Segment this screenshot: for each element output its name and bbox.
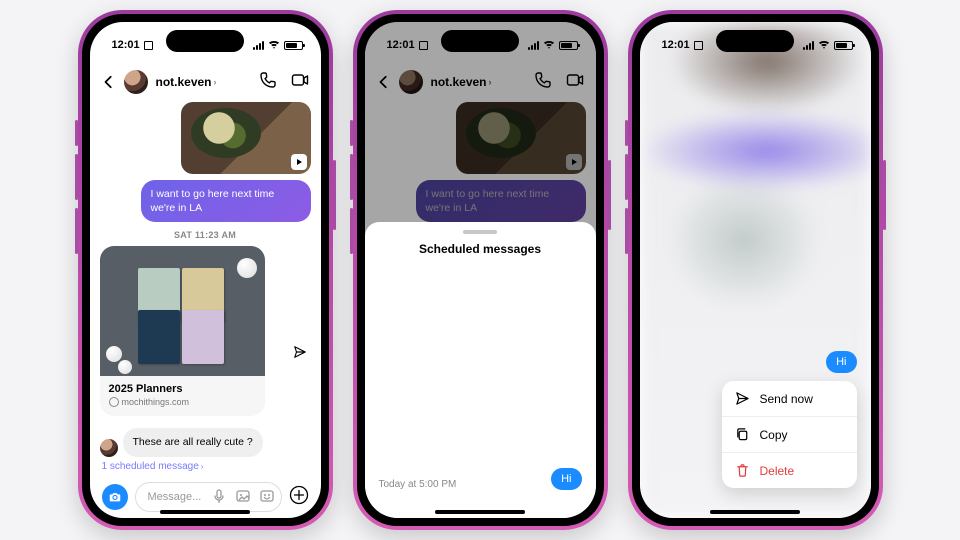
phone-scheduled-sheet: 12:01 not.keven› I want to go here nex bbox=[353, 10, 608, 530]
sent-image-message[interactable] bbox=[181, 102, 311, 174]
avatar[interactable] bbox=[100, 439, 118, 457]
link-card-url: mochithings.com bbox=[109, 397, 256, 407]
menu-copy[interactable]: Copy bbox=[722, 416, 857, 452]
signal-icon bbox=[253, 41, 264, 50]
back-button[interactable] bbox=[102, 75, 116, 89]
sticker-icon[interactable] bbox=[259, 488, 275, 507]
chat-header: not.keven› bbox=[90, 62, 321, 102]
scheduled-messages-link[interactable]: 1 scheduled message› bbox=[100, 457, 311, 478]
chat-body[interactable]: I want to go here next time we're in LA … bbox=[90, 102, 321, 478]
share-icon[interactable] bbox=[289, 341, 311, 363]
link-card-image bbox=[100, 246, 265, 376]
username[interactable]: not.keven› bbox=[156, 75, 251, 89]
chevron-right-icon: › bbox=[214, 77, 217, 87]
sheet-handle[interactable] bbox=[463, 230, 497, 234]
sent-text-bubble[interactable]: I want to go here next time we're in LA bbox=[141, 180, 311, 222]
video-call-button[interactable] bbox=[291, 71, 309, 94]
home-indicator[interactable] bbox=[710, 510, 800, 514]
play-icon bbox=[291, 154, 307, 170]
link-card-title: 2025 Planners bbox=[109, 383, 256, 395]
received-text-bubble[interactable]: These are all really cute ? bbox=[123, 428, 263, 456]
dynamic-island bbox=[166, 30, 244, 52]
link-card[interactable]: 2025 Planners mochithings.com bbox=[100, 246, 265, 416]
context-menu: Send now Copy Delete bbox=[722, 381, 857, 488]
mic-icon[interactable] bbox=[211, 488, 227, 507]
phone-context-menu: 12:01 Hi Send now Copy Delet bbox=[628, 10, 883, 530]
home-indicator[interactable] bbox=[160, 510, 250, 514]
scheduled-message-bubble[interactable]: Hi bbox=[551, 468, 581, 490]
dynamic-island bbox=[716, 30, 794, 52]
home-indicator[interactable] bbox=[435, 510, 525, 514]
wifi-icon bbox=[268, 41, 280, 50]
more-button[interactable] bbox=[289, 485, 309, 510]
copy-icon bbox=[735, 427, 750, 442]
image-icon[interactable] bbox=[235, 488, 251, 507]
avatar[interactable] bbox=[124, 70, 148, 94]
camera-button[interactable] bbox=[102, 484, 128, 510]
menu-delete[interactable]: Delete bbox=[722, 452, 857, 488]
sim-icon bbox=[144, 41, 153, 50]
battery-icon bbox=[284, 41, 303, 50]
dynamic-island bbox=[441, 30, 519, 52]
audio-call-button[interactable] bbox=[259, 71, 277, 94]
scheduled-messages-sheet: Scheduled messages Today at 5:00 PM Hi bbox=[365, 222, 596, 518]
phone-chat-view: 12:01 not.keven› I want to go here next … bbox=[78, 10, 333, 530]
timestamp-divider: SAT 11:23 AM bbox=[100, 230, 311, 240]
message-placeholder: Message... bbox=[148, 491, 203, 503]
trash-icon bbox=[735, 463, 750, 478]
focused-message-bubble[interactable]: Hi bbox=[826, 351, 856, 373]
menu-send-now[interactable]: Send now bbox=[722, 381, 857, 416]
scheduled-time-label: Today at 5:00 PM bbox=[379, 479, 457, 490]
status-time: 12:01 bbox=[112, 39, 140, 51]
message-input[interactable]: Message... bbox=[135, 482, 282, 512]
sheet-title: Scheduled messages bbox=[379, 242, 582, 256]
send-icon bbox=[735, 391, 750, 406]
